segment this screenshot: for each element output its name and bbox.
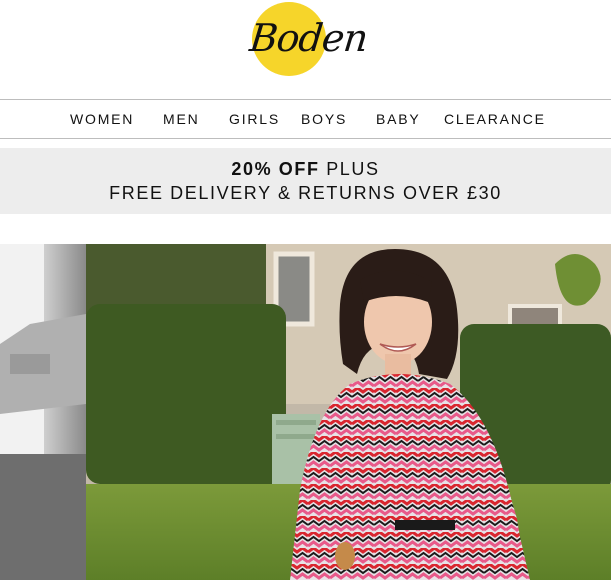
promo-banner[interactable]: 20% OFF PLUS FREE DELIVERY & RETURNS OVE… xyxy=(0,148,611,214)
main-navigation: WOMEN MEN GIRLS BOYS BABY CLEARANCE xyxy=(0,99,611,139)
nav-item-girls[interactable]: GIRLS xyxy=(229,111,280,127)
hero-photo-woman-in-zigzag-dress xyxy=(0,244,611,580)
promo-discount: 20% OFF xyxy=(231,159,320,179)
promo-plus: PLUS xyxy=(319,159,380,179)
nav-item-baby[interactable]: BABY xyxy=(376,111,421,127)
nav-item-men[interactable]: MEN xyxy=(163,111,200,127)
nav-item-boys[interactable]: BOYS xyxy=(301,111,347,127)
promo-delivery-text: FREE DELIVERY & RETURNS OVER £30 xyxy=(109,183,502,203)
nav-item-women[interactable]: WOMEN xyxy=(70,111,134,127)
email-header: Boden xyxy=(0,0,611,99)
nav-item-clearance[interactable]: CLEARANCE xyxy=(444,111,546,127)
promo-headline: 20% OFF PLUS xyxy=(0,159,611,180)
hero-image[interactable] xyxy=(0,244,611,580)
boden-logo[interactable]: Boden xyxy=(248,2,369,78)
logo-wordmark: Boden xyxy=(247,16,370,60)
